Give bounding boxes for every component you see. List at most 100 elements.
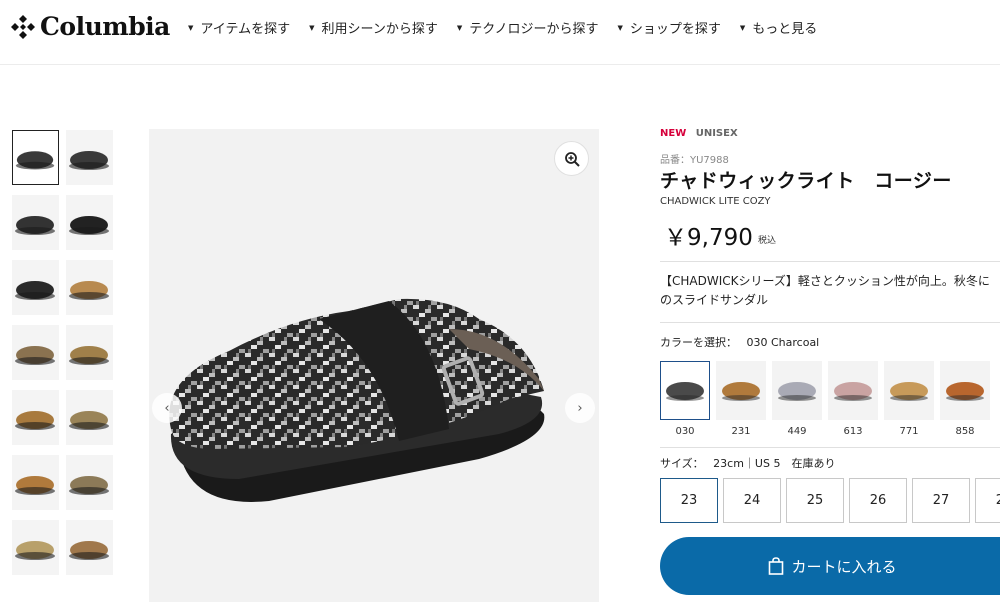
unisex-badge: UNISEX	[695, 128, 738, 139]
nav-label: アイテムを探す	[200, 22, 291, 37]
shoe-thumbnail-image	[69, 151, 109, 170]
shoe-thumbnail-image	[69, 411, 109, 430]
thumbnail-13[interactable]	[12, 520, 59, 575]
thumbnail-8[interactable]	[66, 325, 113, 380]
shoe-thumbnail-image	[69, 346, 109, 365]
size-option-26[interactable]: 26	[849, 478, 907, 523]
triangle-down-icon: ▼	[188, 23, 194, 32]
thumbnail-11[interactable]	[12, 455, 59, 510]
shoe-thumbnail-image	[69, 216, 109, 235]
shoe-thumbnail-image	[15, 346, 55, 365]
color-swatch-231[interactable]: 231	[716, 361, 766, 437]
divider	[660, 261, 1000, 262]
chevron-right-icon: ›	[577, 400, 583, 416]
thumbnail-4[interactable]	[66, 195, 113, 250]
nav-item-scenes[interactable]: ▼ 利用シーンから探す	[309, 18, 438, 37]
product-price: ￥9,790	[664, 225, 753, 251]
thumbnail-2[interactable]	[66, 130, 113, 185]
shopping-bag-icon	[769, 557, 784, 575]
swatch-image	[828, 361, 878, 420]
product-description: 【CHADWICKシリーズ】軽さとクッション性が向上。秋冬に のスライドサンダル	[660, 274, 990, 307]
size-label-text: サイズ：	[660, 457, 704, 470]
shoe-thumbnail-image	[15, 411, 55, 430]
color-swatch-858[interactable]: 858	[940, 361, 990, 437]
thumbnail-9[interactable]	[12, 390, 59, 445]
color-label: カラーを選択： 030 Charcoal	[660, 334, 819, 350]
logo-text: Columbia	[40, 12, 170, 41]
main-product-image[interactable]	[149, 129, 599, 602]
shoe-image	[169, 298, 545, 502]
thumbnail-7[interactable]	[12, 325, 59, 380]
product-badges: NEW UNISEX	[660, 128, 738, 139]
color-swatch-771[interactable]: 771	[884, 361, 934, 437]
thumbnail-12[interactable]	[66, 455, 113, 510]
nav-label: 利用シーンから探す	[321, 22, 438, 37]
size-label: サイズ： 23cm｜US 5 在庫あり	[660, 455, 835, 471]
zoom-in-icon	[564, 151, 580, 167]
product-title: チャドウィックライト コージー	[660, 170, 952, 192]
previous-image-button[interactable]: ‹	[152, 393, 182, 423]
swatch-code: 858	[955, 426, 975, 437]
triangle-down-icon: ▼	[309, 23, 315, 32]
swatch-image	[772, 361, 822, 420]
divider	[660, 322, 1000, 323]
tax-note: 税込	[758, 236, 777, 246]
color-swatch-613[interactable]: 613	[828, 361, 878, 437]
swatch-image	[884, 361, 934, 420]
thumbnail-3[interactable]	[12, 195, 59, 250]
swatch-code: 613	[843, 426, 863, 437]
product-subtitle: CHADWICK LITE COZY	[660, 196, 771, 207]
thumbnail-5[interactable]	[12, 260, 59, 315]
shoe-swatch-image	[890, 381, 928, 401]
shoe-thumbnail-image	[15, 281, 55, 300]
color-swatch-449[interactable]: 449	[772, 361, 822, 437]
shoe-thumbnail-image	[69, 281, 109, 300]
add-to-cart-label: カートに入れる	[791, 557, 897, 576]
product-sku: 品番：YU7988	[660, 155, 729, 166]
shoe-swatch-image	[722, 381, 760, 401]
main-nav: ▼ アイテムを探す ▼ 利用シーンから探す ▼ テクノロジーから探す ▼ ショップを探す…	[188, 18, 836, 37]
zoom-button[interactable]	[554, 141, 589, 176]
thumbnail-10[interactable]	[66, 390, 113, 445]
swatch-image	[660, 361, 710, 420]
new-badge: NEW	[660, 128, 687, 139]
color-swatch-030[interactable]: 030	[660, 361, 710, 437]
nav-item-technology[interactable]: ▼ テクノロジーから探す	[457, 18, 599, 37]
columbia-diamond-icon	[11, 14, 35, 39]
color-swatches: 030 231 449 613 771 858	[660, 361, 1000, 443]
shoe-thumbnail-image	[15, 151, 55, 170]
thumbnail-14[interactable]	[66, 520, 113, 575]
shoe-swatch-image	[778, 381, 816, 401]
size-option-28[interactable]: 28	[975, 478, 1000, 523]
size-option-24[interactable]: 24	[723, 478, 781, 523]
selected-size: 23cm｜US 5 在庫あり	[713, 457, 836, 470]
add-to-cart-button[interactable]: カートに入れる	[660, 537, 1000, 595]
shoe-thumbnail-image	[15, 216, 55, 235]
nav-item-shops[interactable]: ▼ ショップを探す	[617, 18, 720, 37]
nav-item-items[interactable]: ▼ アイテムを探す	[188, 18, 290, 37]
nav-label: ショップを探す	[629, 22, 721, 37]
selected-color: 030 Charcoal	[746, 336, 820, 349]
size-option-23[interactable]: 23	[660, 478, 718, 523]
columbia-logo[interactable]: Columbia	[10, 12, 170, 41]
size-option-25[interactable]: 25	[786, 478, 844, 523]
divider	[660, 447, 1000, 448]
next-image-button[interactable]: ›	[565, 393, 595, 423]
triangle-down-icon: ▼	[456, 23, 463, 32]
shoe-swatch-image	[666, 381, 704, 401]
shoe-thumbnail-image	[69, 541, 109, 560]
swatch-code: 231	[731, 426, 751, 437]
triangle-down-icon: ▼	[739, 23, 746, 32]
color-label-text: カラーを選択：	[660, 336, 737, 349]
thumbnail-6[interactable]	[66, 260, 113, 315]
size-option-27[interactable]: 27	[912, 478, 970, 523]
shoe-swatch-image	[946, 381, 984, 401]
thumbnail-1[interactable]	[12, 130, 59, 185]
triangle-down-icon: ▼	[617, 23, 623, 32]
nav-label: もっと見る	[752, 22, 818, 37]
shoe-thumbnail-image	[69, 476, 109, 495]
shoe-thumbnail-image	[15, 541, 55, 560]
size-options: 232425262728	[660, 478, 1000, 524]
nav-item-more[interactable]: ▼ もっと見る	[740, 18, 817, 37]
site-header: Columbia ▼ アイテムを探す ▼ 利用シーンから探す ▼ テクノロジーから探す…	[0, 0, 1000, 65]
